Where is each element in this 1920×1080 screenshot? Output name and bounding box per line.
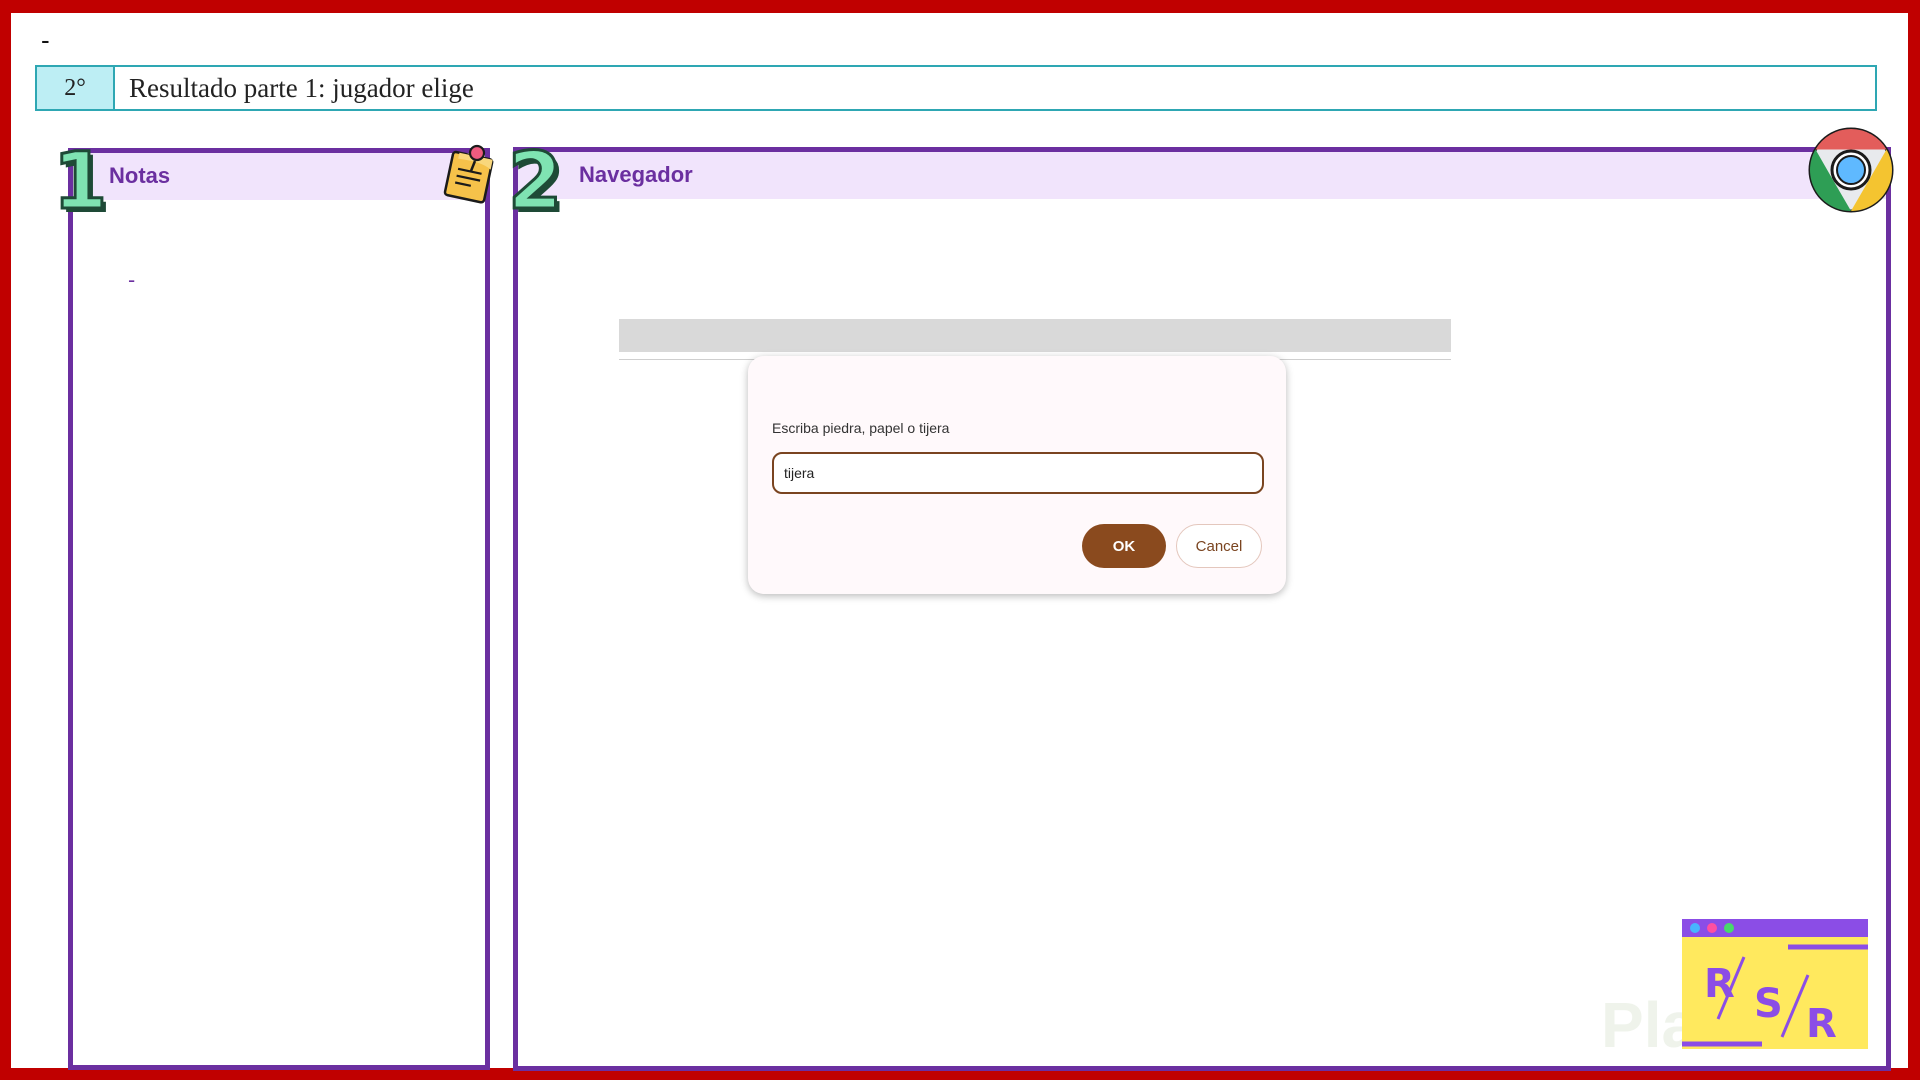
notes-content: - xyxy=(128,268,136,292)
rsr-letter-2: S xyxy=(1754,981,1783,1027)
step-header: 2° Resultado parte 1: jugador elige xyxy=(35,65,1877,111)
browser-page-bar xyxy=(619,319,1451,352)
notes-panel-number: 1 xyxy=(51,137,108,227)
rsr-logo: R S R xyxy=(1682,919,1868,1049)
prompt-dialog: Escriba piedra, papel o tijera OK Cancel xyxy=(748,356,1286,594)
browser-panel-number: 2 xyxy=(506,137,563,227)
chrome-icon xyxy=(1808,127,1894,213)
top-dash: - xyxy=(41,25,50,55)
prompt-message: Escriba piedra, papel o tijera xyxy=(772,420,950,436)
notes-panel-header: Notas xyxy=(73,153,485,200)
cancel-button[interactable]: Cancel xyxy=(1176,524,1262,568)
sticky-note-icon xyxy=(443,144,494,204)
rsr-letter-1: R xyxy=(1704,961,1735,1007)
browser-panel-header: Navegador xyxy=(518,152,1886,199)
step-number: 2° xyxy=(37,67,115,109)
notes-title: Notas xyxy=(109,163,171,188)
step-title: Resultado parte 1: jugador elige xyxy=(129,72,474,103)
rsr-letter-3: R xyxy=(1806,1001,1837,1047)
prompt-input[interactable] xyxy=(772,452,1264,494)
ok-button[interactable]: OK xyxy=(1082,524,1166,568)
slide-canvas: - 2° Resultado parte 1: jugador elige No… xyxy=(11,13,1908,1071)
browser-title: Navegador xyxy=(579,162,693,187)
